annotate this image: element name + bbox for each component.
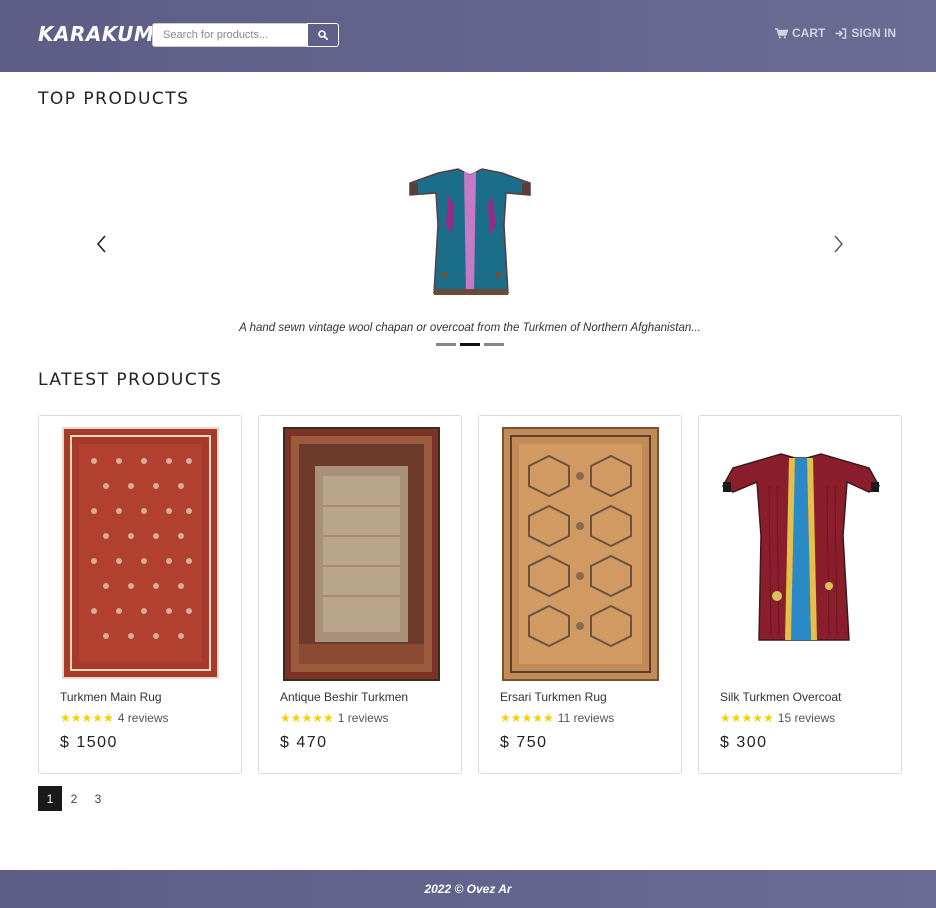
page-3-button[interactable]: 3 (86, 786, 110, 811)
product-rating: ★★★★★ 4 reviews (60, 711, 168, 725)
product-name[interactable]: Turkmen Main Rug (60, 690, 162, 704)
chevron-left-icon (96, 235, 106, 253)
carousel-product-image[interactable] (408, 165, 532, 299)
nav-links: CART SIGN IN (775, 26, 896, 40)
footer: 2022 © Ovez Ar (0, 870, 936, 908)
latest-products-title: LATEST PRODUCTS (38, 370, 223, 390)
product-card[interactable]: Silk Turkmen Overcoat ★★★★★ 15 reviews $… (698, 415, 902, 774)
carousel-next-button[interactable] (830, 233, 846, 255)
sign-in-link[interactable]: SIGN IN (835, 26, 896, 40)
product-name[interactable]: Ersari Turkmen Rug (500, 690, 607, 704)
review-count: 11 reviews (557, 711, 615, 725)
carousel-indicator-3[interactable] (484, 343, 504, 346)
pagination: 1 2 3 (38, 786, 110, 811)
product-card[interactable]: Antique Beshir Turkmen ★★★★★ 1 reviews $… (258, 415, 462, 774)
cart-label: CART (792, 26, 826, 40)
cart-link[interactable]: CART (775, 26, 825, 40)
product-price: $ 750 (500, 734, 548, 751)
product-name[interactable]: Silk Turkmen Overcoat (720, 690, 841, 704)
product-price: $ 470 (280, 734, 328, 751)
sign-in-icon (835, 27, 847, 39)
search-icon (318, 30, 328, 40)
carousel-indicator-1[interactable] (436, 343, 456, 346)
cart-icon (775, 27, 788, 38)
product-name[interactable]: Antique Beshir Turkmen (280, 690, 408, 704)
navbar: KARAKUM CART SIGN IN (0, 0, 936, 72)
review-count: 4 reviews (117, 711, 169, 725)
brand-logo[interactable]: KARAKUM (38, 22, 154, 46)
footer-copyright: 2022 © Ovez Ar (424, 882, 512, 896)
review-count: 1 reviews (337, 711, 389, 725)
star-icon: ★★★★★ (500, 711, 554, 725)
page-2-button[interactable]: 2 (62, 786, 86, 811)
chevron-right-icon (834, 235, 843, 253)
product-image[interactable] (499, 426, 662, 682)
star-icon: ★★★★★ (720, 711, 774, 725)
review-count: 15 reviews (777, 711, 836, 725)
search-input[interactable] (152, 23, 307, 47)
product-rating: ★★★★★ 15 reviews (720, 711, 835, 725)
product-image[interactable] (59, 426, 222, 682)
product-image[interactable] (279, 426, 442, 682)
search-form (152, 23, 339, 47)
page-1-button[interactable]: 1 (38, 786, 62, 811)
product-grid: Turkmen Main Rug ★★★★★ 4 reviews $ 1500 … (38, 415, 902, 774)
top-products-carousel: A hand sewn vintage wool chapan or overc… (38, 125, 902, 355)
product-card[interactable]: Ersari Turkmen Rug ★★★★★ 11 reviews $ 75… (478, 415, 682, 774)
product-rating: ★★★★★ 1 reviews (280, 711, 388, 725)
star-icon: ★★★★★ (60, 711, 114, 725)
star-icon: ★★★★★ (280, 711, 334, 725)
product-price: $ 1500 (60, 734, 118, 751)
carousel-prev-button[interactable] (94, 233, 110, 255)
product-card[interactable]: Turkmen Main Rug ★★★★★ 4 reviews $ 1500 (38, 415, 242, 774)
top-products-title: TOP PRODUCTS (38, 89, 190, 109)
carousel-caption: A hand sewn vintage wool chapan or overc… (239, 322, 701, 334)
carousel-indicators (436, 343, 504, 346)
carousel-indicator-2[interactable] (460, 343, 480, 346)
product-price: $ 300 (720, 734, 768, 751)
product-image[interactable] (719, 426, 882, 682)
sign-in-label: SIGN IN (851, 26, 896, 40)
product-rating: ★★★★★ 11 reviews (500, 711, 614, 725)
search-button[interactable] (307, 23, 339, 47)
